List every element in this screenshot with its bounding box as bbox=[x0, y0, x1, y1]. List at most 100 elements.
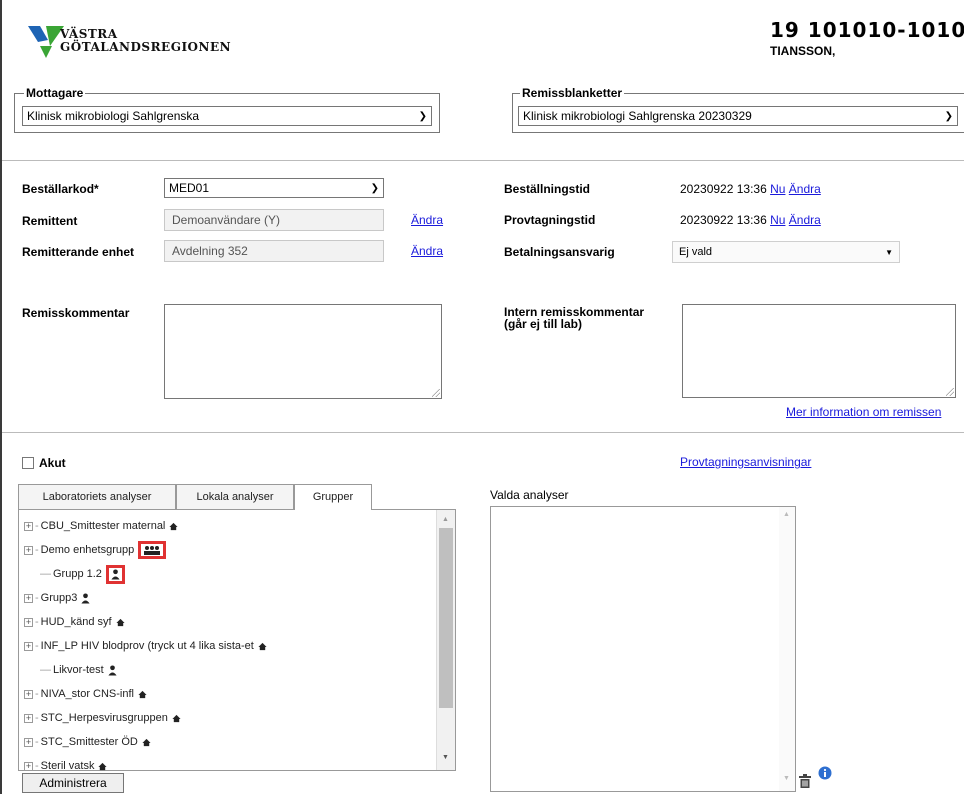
vgr-logo: VÄSTRA GÖTALANDSREGIONEN bbox=[26, 24, 266, 70]
provtagningstid-nu-link[interactable]: Nu bbox=[770, 213, 785, 227]
remittent-andra-link[interactable]: Ändra bbox=[411, 213, 443, 227]
tree-item-label: HUD_känd syf bbox=[40, 616, 112, 628]
expand-icon[interactable]: + bbox=[24, 641, 33, 651]
tree-item-label: CBU_Smittester maternal bbox=[40, 520, 166, 532]
tree-item-label: INF_LP HIV blodprov (tryck ut 4 lika sis… bbox=[40, 640, 254, 652]
akut-checkbox-row[interactable]: Akut bbox=[22, 456, 66, 470]
akut-checkbox[interactable] bbox=[22, 457, 34, 469]
tree-item[interactable]: + - Steril vatsk bbox=[24, 758, 108, 771]
resize-grip-icon[interactable] bbox=[432, 389, 440, 397]
expand-icon[interactable]: + bbox=[24, 737, 33, 747]
tree-item-label: Grupp3 bbox=[40, 592, 78, 604]
administrera-button[interactable]: Administrera bbox=[22, 773, 124, 793]
home-icon bbox=[258, 642, 267, 651]
remittent-field: Demoanvändare (Y) bbox=[164, 209, 384, 231]
resize-grip-icon[interactable] bbox=[946, 388, 954, 396]
user-icon bbox=[108, 664, 117, 676]
expand-icon[interactable]: + bbox=[24, 593, 33, 603]
mottagare-selected: Klinisk mikrobiologi Sahlgrenska bbox=[27, 109, 200, 123]
provtagningsanvisningar-link[interactable]: Provtagningsanvisningar bbox=[680, 455, 811, 469]
valda-scrollbar[interactable]: ▲ ▼ bbox=[779, 507, 795, 791]
bestallningstid-andra-link[interactable]: Ändra bbox=[789, 182, 821, 196]
tree-connector: — bbox=[40, 568, 51, 580]
bestallningstid-nu-link[interactable]: Nu bbox=[770, 182, 785, 196]
remitterande-label: Remitterande enhet bbox=[22, 245, 135, 259]
intern-remisskommentar-textarea[interactable] bbox=[682, 304, 956, 398]
tree-item-label: Likvor-test bbox=[53, 664, 104, 676]
tree-scrollbar[interactable]: ▲ ▼ bbox=[436, 510, 455, 770]
chevron-down-icon: ❯ bbox=[944, 110, 953, 122]
tree-item-label: STC_Herpesvirusgruppen bbox=[40, 712, 168, 724]
tree-connector: - bbox=[35, 688, 39, 700]
tree-connector: - bbox=[35, 736, 39, 748]
remittent-label: Remittent bbox=[22, 214, 78, 228]
provtagningstid-andra-link[interactable]: Ändra bbox=[789, 213, 821, 227]
expand-icon[interactable]: + bbox=[24, 617, 33, 627]
scroll-up-icon[interactable]: ▲ bbox=[783, 511, 790, 518]
remitterande-field: Avdelning 352 bbox=[164, 240, 384, 262]
intern-label-line2: (går ej till lab) bbox=[504, 317, 583, 331]
bestallarkod-select[interactable]: MED01 ❯ bbox=[164, 178, 384, 198]
home-icon bbox=[169, 522, 178, 531]
tree-item[interactable]: + - CBU_Smittester maternal bbox=[24, 518, 178, 534]
scroll-up-icon[interactable]: ▲ bbox=[442, 516, 449, 523]
trash-icon[interactable] bbox=[799, 774, 811, 791]
mottagare-legend: Mottagare bbox=[24, 86, 86, 100]
tree-item[interactable]: + - Grupp3 bbox=[24, 590, 90, 606]
tree-item[interactable]: + - NIVA_stor CNS-infl bbox=[24, 686, 147, 702]
remissblanketter-select[interactable]: Klinisk mikrobiologi Sahlgrenska 2023032… bbox=[518, 106, 958, 126]
tree-scroll-thumb[interactable] bbox=[439, 528, 453, 708]
tree-connector: - bbox=[35, 616, 39, 628]
patient-name: TIANSSON, bbox=[770, 44, 836, 58]
expand-icon[interactable]: + bbox=[24, 545, 33, 555]
patient-id: 19 101010-1010 bbox=[770, 18, 964, 42]
remissblanketter-legend: Remissblanketter bbox=[520, 86, 625, 100]
provtagningstid-label: Provtagningstid bbox=[504, 213, 596, 227]
mottagare-select[interactable]: Klinisk mikrobiologi Sahlgrenska ❯ bbox=[22, 106, 432, 126]
tab-lokala-analyser[interactable]: Lokala analyser bbox=[176, 484, 294, 509]
scroll-down-icon[interactable]: ▼ bbox=[783, 775, 790, 782]
chevron-down-icon: ❯ bbox=[370, 182, 379, 194]
remissblanketter-selected: Klinisk mikrobiologi Sahlgrenska 2023032… bbox=[523, 109, 752, 123]
expand-icon[interactable]: + bbox=[24, 521, 33, 531]
scroll-down-icon[interactable]: ▼ bbox=[442, 754, 449, 761]
bestallningstid-label: Beställningstid bbox=[504, 182, 591, 196]
tree-item-label: Grupp 1.2 bbox=[53, 568, 102, 580]
chevron-down-icon: ❯ bbox=[418, 110, 427, 122]
tree-item[interactable]: — Likvor-test bbox=[40, 662, 117, 678]
betalning-label: Betalningsansvarig bbox=[504, 245, 615, 259]
info-icon[interactable] bbox=[818, 766, 832, 783]
caret-down-icon: ▼ bbox=[885, 247, 893, 257]
expand-icon[interactable]: + bbox=[24, 689, 33, 699]
remisskommentar-textarea[interactable] bbox=[164, 304, 442, 399]
expand-icon[interactable]: + bbox=[24, 761, 33, 771]
akut-label: Akut bbox=[39, 456, 66, 470]
home-icon bbox=[138, 690, 147, 699]
tree-item[interactable]: + - Demo enhetsgrupp bbox=[24, 541, 167, 559]
home-icon bbox=[116, 618, 125, 627]
tab-laboratoriets-analyser[interactable]: Laboratoriets analyser bbox=[18, 484, 176, 509]
tree-item[interactable]: + - HUD_känd syf bbox=[24, 614, 125, 630]
tree-connector: - bbox=[35, 640, 39, 652]
remitterande-andra-link[interactable]: Ändra bbox=[411, 244, 443, 258]
logo-line2: GÖTALANDSREGIONEN bbox=[60, 40, 232, 54]
tree-connector: - bbox=[35, 760, 39, 771]
home-icon bbox=[98, 762, 108, 771]
tree-item[interactable]: — Grupp 1.2 bbox=[40, 564, 125, 584]
expand-icon[interactable]: + bbox=[24, 713, 33, 723]
home-icon bbox=[142, 738, 151, 747]
betalning-value: Ej vald bbox=[679, 246, 713, 258]
tree-item[interactable]: + - INF_LP HIV blodprov (tryck ut 4 lika … bbox=[24, 638, 267, 654]
tree-item[interactable]: + - STC_Smittester ÖD bbox=[24, 734, 151, 750]
group-icon bbox=[138, 541, 167, 559]
tree-connector: - bbox=[35, 712, 39, 724]
tree-item[interactable]: + - STC_Herpesvirusgruppen bbox=[24, 710, 181, 726]
betalning-select[interactable]: Ej vald ▼ bbox=[672, 241, 900, 263]
provtagningstid-row: 20230922 13:36 Nu Ändra bbox=[680, 213, 821, 227]
valda-analyser-label: Valda analyser bbox=[490, 488, 569, 502]
divider bbox=[2, 432, 964, 433]
grupper-tree: + - CBU_Smittester maternal + - Demo enhet… bbox=[18, 509, 436, 771]
mer-information-link[interactable]: Mer information om remissen bbox=[786, 405, 941, 419]
valda-analyser-list[interactable]: ▲ ▼ bbox=[490, 506, 796, 792]
tab-grupper[interactable]: Grupper bbox=[294, 484, 372, 510]
